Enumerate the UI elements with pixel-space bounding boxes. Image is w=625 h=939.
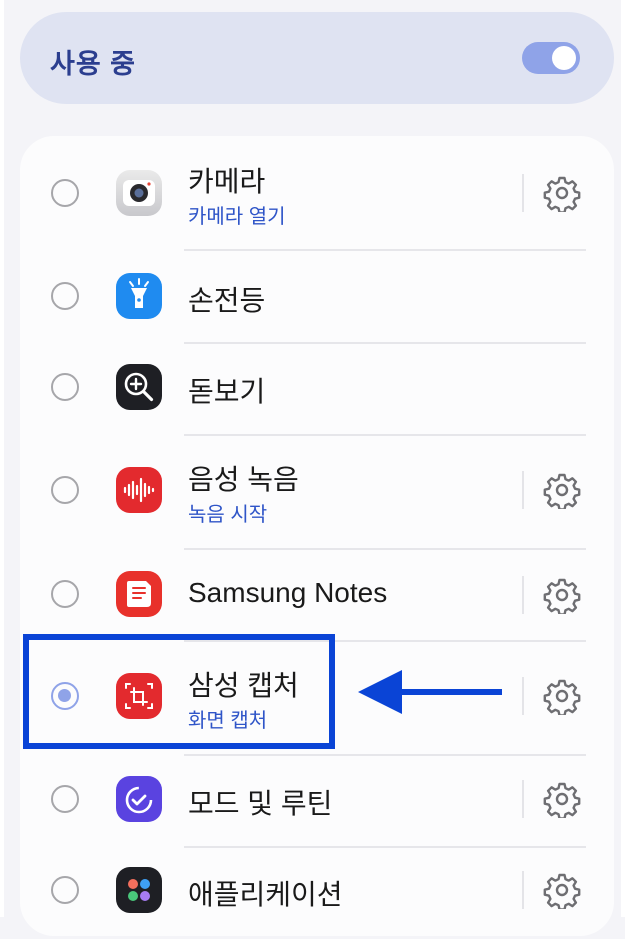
item-title: 카메라 bbox=[188, 166, 266, 197]
annotation-arrow-icon bbox=[358, 670, 502, 714]
camera-icon bbox=[116, 170, 162, 216]
item-subtitle: 카메라 열기 bbox=[188, 206, 286, 228]
annotation-highlight-box bbox=[23, 634, 335, 749]
item-title: Samsung Notes bbox=[188, 577, 388, 608]
samsung-notes-icon bbox=[116, 571, 162, 617]
item-title: 돋보기 bbox=[188, 376, 266, 407]
list-item-applications[interactable]: 애플리케이션 bbox=[20, 847, 614, 939]
gear-icon[interactable] bbox=[543, 174, 581, 212]
list-item-flashlight[interactable]: 손전등 bbox=[20, 251, 614, 343]
radio-button[interactable] bbox=[51, 876, 79, 904]
gear-icon[interactable] bbox=[543, 576, 581, 614]
separator bbox=[522, 780, 524, 818]
list-item-camera[interactable]: 카메라 카메라 열기 bbox=[20, 136, 614, 251]
item-title: 손전등 bbox=[188, 285, 266, 316]
item-title: 음성 녹음 bbox=[188, 464, 299, 495]
left-edge bbox=[0, 0, 4, 917]
applications-icon bbox=[116, 867, 162, 913]
radio-button[interactable] bbox=[51, 282, 79, 310]
gear-icon[interactable] bbox=[543, 471, 581, 509]
separator bbox=[522, 576, 524, 614]
shortcut-list: 카메라 카메라 열기 손전등 돋보기 음성 녹음 녹음 시작 Samsung N… bbox=[20, 136, 614, 936]
modes-routines-icon bbox=[116, 776, 162, 822]
radio-button[interactable] bbox=[51, 179, 79, 207]
separator bbox=[522, 174, 524, 212]
item-subtitle: 녹음 시작 bbox=[188, 504, 268, 526]
list-item-magnifier[interactable]: 돋보기 bbox=[20, 343, 614, 435]
in-use-switch[interactable] bbox=[522, 42, 580, 74]
item-title: 애플리케이션 bbox=[188, 879, 343, 910]
gear-icon[interactable] bbox=[543, 780, 581, 818]
radio-button[interactable] bbox=[51, 785, 79, 813]
right-edge bbox=[621, 0, 625, 917]
separator bbox=[522, 677, 524, 715]
list-item-modes-routines[interactable]: 모드 및 루틴 bbox=[20, 755, 614, 847]
switch-knob bbox=[552, 46, 576, 70]
radio-button[interactable] bbox=[51, 580, 79, 608]
separator bbox=[522, 871, 524, 909]
voice-recorder-icon bbox=[116, 467, 162, 513]
list-item-voice-recorder[interactable]: 음성 녹음 녹음 시작 bbox=[20, 435, 614, 550]
item-title: 모드 및 루틴 bbox=[188, 788, 333, 819]
flashlight-icon bbox=[116, 273, 162, 319]
in-use-toggle-card[interactable]: 사용 중 bbox=[20, 12, 614, 104]
gear-icon[interactable] bbox=[543, 871, 581, 909]
radio-button[interactable] bbox=[51, 373, 79, 401]
magnifier-icon bbox=[116, 364, 162, 410]
gear-icon[interactable] bbox=[543, 677, 581, 715]
separator bbox=[522, 471, 524, 509]
list-item-samsung-notes[interactable]: Samsung Notes bbox=[20, 549, 614, 641]
radio-button[interactable] bbox=[51, 476, 79, 504]
in-use-label: 사용 중 bbox=[50, 49, 137, 79]
